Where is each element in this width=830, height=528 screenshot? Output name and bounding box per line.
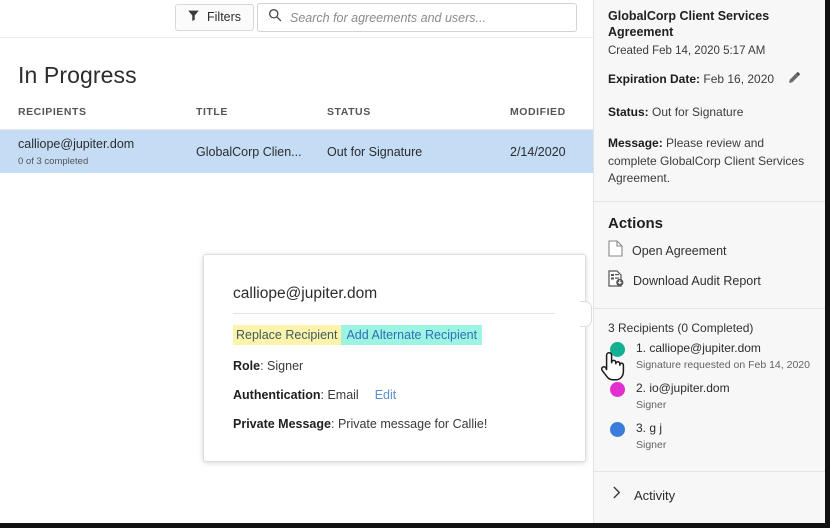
recipient-status-3: Signer bbox=[636, 439, 811, 451]
open-agreement-action[interactable]: Open Agreement bbox=[608, 238, 811, 264]
popup-auth-key: Authentication bbox=[233, 388, 321, 402]
popup-private-message-row: Private Message: Private message for Cal… bbox=[233, 417, 487, 431]
audit-report-download-icon bbox=[608, 270, 624, 292]
recipients-count: 3 Recipients (0 Completed) bbox=[608, 309, 811, 339]
recipient-avatar-3 bbox=[610, 422, 625, 437]
popup-private-message-colon: : bbox=[331, 417, 338, 431]
activity-toggle[interactable]: Activity bbox=[594, 472, 825, 504]
popup-auth-value: Email bbox=[327, 388, 358, 402]
add-alternate-recipient-link[interactable]: Add Alternate Recipient bbox=[341, 325, 482, 345]
row-title: GlobalCorp Clien... bbox=[196, 145, 302, 161]
row-recipient-email: calliope@jupiter.dom bbox=[18, 137, 134, 153]
row-recipient-progress: 0 of 3 completed bbox=[18, 156, 134, 167]
app-window: Filters Search for agreements and users.… bbox=[0, 0, 830, 528]
message-row: Message: Please review and complete Glob… bbox=[608, 135, 811, 187]
search-placeholder: Search for agreements and users... bbox=[290, 11, 486, 25]
expiration-date-row: Expiration Date: Feb 16, 2020 bbox=[608, 71, 811, 90]
column-header-title: TITLE bbox=[196, 106, 228, 118]
popup-role-value: Signer bbox=[267, 359, 303, 373]
recipient-name-2: 2. io@jupiter.dom bbox=[636, 381, 811, 395]
popup-authentication-row: Authentication: EmailEdit bbox=[233, 388, 396, 402]
edit-pencil-icon[interactable] bbox=[787, 72, 800, 90]
status-row: Status: Out for Signature bbox=[608, 104, 811, 121]
cell-modified: 2/14/2020 bbox=[510, 145, 566, 161]
chevron-right-icon bbox=[612, 486, 622, 504]
status-value: Out for Signature bbox=[652, 105, 743, 119]
table-header-row: RECIPIENTS TITLE STATUS MODIFIED bbox=[0, 106, 593, 130]
recipient-status-1: Signature requested on Feb 14, 2020 bbox=[636, 359, 811, 371]
popup-role-key: Role bbox=[233, 359, 260, 373]
popup-title: calliope@jupiter.dom bbox=[233, 285, 377, 303]
column-header-status: STATUS bbox=[327, 106, 371, 118]
popup-private-message-key: Private Message bbox=[233, 417, 331, 431]
download-audit-report-label: Download Audit Report bbox=[633, 274, 761, 288]
popup-private-message-value: Private message for Callie! bbox=[338, 417, 487, 431]
message-label: Message: bbox=[608, 136, 663, 150]
recipient-details-popup: calliope@jupiter.dom Replace Recipient A… bbox=[203, 254, 586, 462]
open-agreement-label: Open Agreement bbox=[632, 244, 727, 258]
agreement-details-panel: GlobalCorp Client Services Agreement Cre… bbox=[593, 0, 825, 528]
agreement-title: GlobalCorp Client Services Agreement bbox=[608, 0, 811, 41]
activity-label: Activity bbox=[634, 488, 675, 503]
search-input[interactable]: Search for agreements and users... bbox=[257, 3, 577, 32]
agreements-table: RECIPIENTS TITLE STATUS MODIFIED calliop… bbox=[0, 106, 593, 173]
recipient-avatar-2 bbox=[610, 382, 625, 397]
column-header-modified: MODIFIED bbox=[510, 106, 566, 118]
row-modified: 2/14/2020 bbox=[510, 145, 566, 161]
filter-funnel-icon bbox=[187, 9, 200, 27]
popup-auth-edit-link[interactable]: Edit bbox=[375, 388, 397, 402]
recipient-status-2: Signer bbox=[636, 399, 811, 411]
agreement-summary-section: GlobalCorp Client Services Agreement Cre… bbox=[594, 0, 825, 187]
recipient-item-1[interactable]: 1. calliope@jupiter.dom Signature reques… bbox=[608, 341, 811, 377]
popup-role-colon: : bbox=[260, 359, 267, 373]
popup-divider bbox=[233, 313, 555, 314]
table-row[interactable]: calliope@jupiter.dom 0 of 3 completed Gl… bbox=[0, 130, 593, 173]
column-header-recipients: RECIPIENTS bbox=[18, 106, 87, 118]
toolbar: Filters Search for agreements and users.… bbox=[0, 0, 593, 38]
replace-recipient-link[interactable]: Replace Recipient bbox=[233, 325, 341, 345]
status-label: Status: bbox=[608, 105, 649, 119]
recipient-name-3: 3. g j bbox=[636, 421, 811, 435]
cell-recipients: calliope@jupiter.dom 0 of 3 completed bbox=[18, 137, 134, 167]
page-title: In Progress bbox=[18, 62, 137, 89]
search-icon bbox=[268, 8, 282, 27]
recipient-item-3[interactable]: 3. g j Signer bbox=[608, 421, 811, 457]
document-icon bbox=[608, 240, 623, 262]
popup-actions-row: Replace Recipient Add Alternate Recipien… bbox=[233, 325, 482, 345]
download-audit-report-action[interactable]: Download Audit Report bbox=[608, 268, 811, 294]
filters-button-label: Filters bbox=[207, 11, 241, 24]
expiration-date-value: Feb 16, 2020 bbox=[703, 72, 774, 86]
recipient-avatar-1 bbox=[610, 342, 625, 357]
cell-status: Out for Signature bbox=[327, 145, 422, 161]
row-status: Out for Signature bbox=[327, 145, 422, 161]
popup-tail bbox=[580, 301, 592, 327]
recipient-item-2[interactable]: 2. io@jupiter.dom Signer bbox=[608, 381, 811, 417]
recipient-name-1: 1. calliope@jupiter.dom bbox=[636, 341, 811, 355]
popup-role-row: Role: Signer bbox=[233, 359, 303, 373]
agreement-created: Created Feb 14, 2020 5:17 AM bbox=[608, 45, 811, 57]
expiration-date-label: Expiration Date: bbox=[608, 72, 700, 86]
recipients-section: 3 Recipients (0 Completed) 1. calliope@j… bbox=[594, 309, 825, 471]
actions-section: Actions Open Agreement bbox=[594, 202, 825, 308]
filters-button[interactable]: Filters bbox=[175, 4, 254, 31]
actions-heading: Actions bbox=[608, 202, 811, 234]
cell-title: GlobalCorp Clien... bbox=[196, 145, 302, 161]
